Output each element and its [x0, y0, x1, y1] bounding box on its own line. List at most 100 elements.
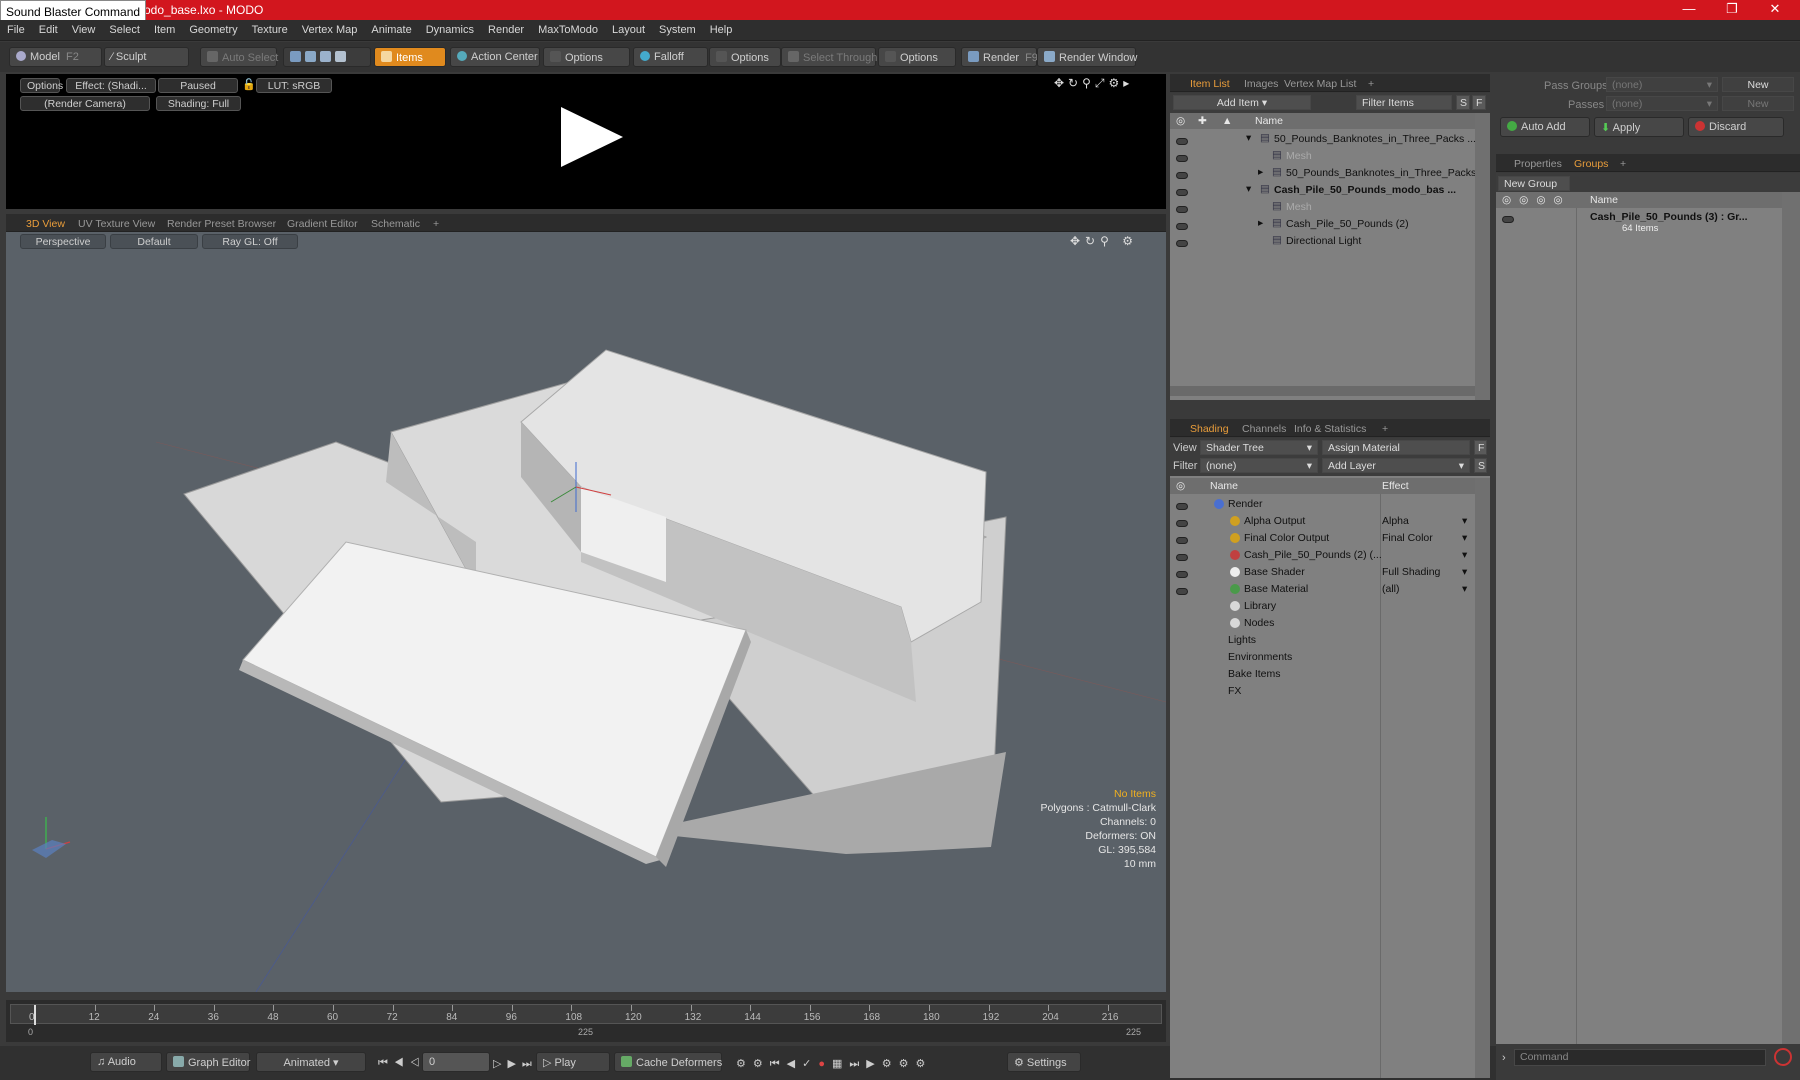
shader-tree-dropdown[interactable]: Shader Tree ▾ — [1200, 440, 1318, 455]
add-layer-dropdown[interactable]: Add Layer ▾ — [1322, 458, 1470, 473]
menu-item-help[interactable]: Help — [703, 20, 740, 36]
menu-item-vertex-map[interactable]: Vertex Map — [295, 20, 365, 36]
new-pass-group-button[interactable]: New — [1722, 77, 1794, 92]
cache-deformers-button[interactable]: Cache Deformers — [614, 1052, 722, 1072]
f-toggle[interactable]: F — [1474, 440, 1487, 455]
menu-item-edit[interactable]: Edit — [32, 20, 65, 36]
menu-item-render[interactable]: Render — [481, 20, 531, 36]
menu-item-select[interactable]: Select — [102, 20, 147, 36]
lock-icon[interactable]: 🔓 — [242, 78, 256, 91]
shader-row[interactable]: Lights — [1170, 632, 1475, 649]
visibility-eye-icon[interactable] — [1176, 518, 1188, 530]
item-row[interactable]: ▸ ▤ Cash_Pile_50_Pounds (2) — [1170, 216, 1475, 233]
preview-options-button[interactable]: Options — [20, 78, 63, 93]
falloff-options[interactable]: Options — [709, 47, 781, 67]
add-tab-icon[interactable]: + — [1376, 421, 1394, 437]
animated-dropdown[interactable]: Animated ▾ — [256, 1052, 366, 1072]
expand-arrow-icon[interactable]: ▸ — [1258, 166, 1263, 178]
items-button[interactable]: Items — [374, 47, 446, 67]
model-button[interactable]: Model F2 — [9, 47, 102, 67]
camera-dropdown[interactable]: (Render Camera) — [20, 96, 150, 111]
preview-nav-icons[interactable]: ✥↻⚲⤢⚙▸ — [1054, 76, 1133, 91]
discard-button[interactable]: Discard — [1688, 117, 1784, 137]
shading-scrollbar[interactable] — [1475, 478, 1490, 1078]
menu-item-file[interactable]: File — [0, 20, 32, 36]
tab-item-list[interactable]: Item List — [1184, 76, 1236, 92]
menu-item-maxtomodo[interactable]: MaxToModo — [531, 20, 605, 36]
passes-dropdown[interactable]: (none) ▾ — [1606, 96, 1718, 111]
menu-item-dynamics[interactable]: Dynamics — [419, 20, 481, 36]
menu-item-layout[interactable]: Layout — [605, 20, 652, 36]
new-group-button[interactable]: New Group — [1498, 176, 1570, 191]
visibility-eye-icon[interactable] — [1176, 170, 1188, 182]
expand-arrow-icon[interactable]: ▸ — [1258, 217, 1263, 229]
close-button[interactable]: ✕ — [1760, 0, 1790, 20]
auto-select-button[interactable]: Auto Select — [200, 47, 278, 67]
menu-item-item[interactable]: Item — [147, 20, 182, 36]
visibility-eye-icon[interactable] — [1176, 153, 1188, 165]
visibility-eye-icon[interactable] — [1176, 187, 1188, 199]
add-tab-icon[interactable]: + — [1362, 76, 1380, 92]
new-pass-button[interactable]: New — [1722, 96, 1794, 111]
command-input[interactable]: Command — [1514, 1049, 1766, 1066]
item-list-scrollbar[interactable] — [1475, 113, 1490, 400]
visibility-eye-icon[interactable] — [1176, 569, 1188, 581]
play-button[interactable]: ▷ Play — [536, 1052, 610, 1072]
menu-item-animate[interactable]: Animate — [364, 20, 418, 36]
visibility-eye-icon[interactable] — [1176, 238, 1188, 250]
tab-shading[interactable]: Shading — [1184, 421, 1235, 437]
s-toggle[interactable]: S — [1474, 458, 1487, 473]
add-tab-icon[interactable]: + — [1614, 156, 1632, 172]
selection-mode-buttons[interactable] — [283, 47, 371, 67]
shader-row[interactable]: Environments — [1170, 649, 1475, 666]
add-tab-icon[interactable]: + — [427, 216, 445, 232]
action-center-button[interactable]: Action Center — [450, 47, 540, 67]
menu-item-system[interactable]: System — [652, 20, 703, 36]
timeline-ruler[interactable]: 0 12 24 36 48 60 72 84 96 108 120 132 144 156 168 180 19… — [10, 1004, 1162, 1025]
expand-arrow-icon[interactable]: ▾ — [1246, 183, 1251, 195]
shader-row[interactable]: Nodes — [1170, 615, 1475, 632]
apply-button[interactable]: ⬇ Apply — [1594, 117, 1684, 137]
key-tools-icons[interactable]: ⚙⚙⏮◀✓●▦⏭▶⚙⚙⚙ — [736, 1057, 932, 1071]
tab-groups[interactable]: Groups — [1568, 156, 1614, 172]
visibility-eye-icon[interactable] — [1176, 221, 1188, 233]
shader-effect-dropdown[interactable]: Final Color — [1382, 532, 1433, 544]
visibility-eye-icon[interactable] — [1176, 552, 1188, 564]
dropdown-arrow-icon[interactable]: ▾ — [1462, 532, 1467, 544]
stop-icon[interactable] — [1774, 1048, 1792, 1066]
shading-dropdown[interactable]: Shading: Full — [156, 96, 241, 111]
item-row[interactable]: ▸ ▤ 50_Pounds_Banknotes_in_Three_Packs — [1170, 165, 1476, 182]
s-toggle[interactable]: S — [1456, 95, 1470, 110]
expand-arrow-icon[interactable]: ▾ — [1246, 132, 1251, 144]
sculpt-button[interactable]: ∕ Sculpt — [104, 47, 189, 67]
paused-button[interactable]: Paused — [158, 78, 238, 93]
tab-3d-view[interactable]: 3D View — [20, 216, 71, 232]
add-item-dropdown[interactable]: Add Item ▾ — [1173, 95, 1311, 110]
tab-properties[interactable]: Properties — [1508, 156, 1568, 172]
settings-button[interactable]: ⚙ Settings — [1007, 1052, 1081, 1072]
maximize-button[interactable]: ❐ — [1717, 0, 1747, 20]
item-row[interactable]: ▤ Directional Light — [1170, 233, 1475, 250]
auto-add-button[interactable]: Auto Add — [1500, 117, 1590, 137]
dropdown-arrow-icon[interactable]: ▾ — [1462, 566, 1467, 578]
record-icon[interactable]: ● — [818, 1058, 832, 1070]
frame-field[interactable]: 0 — [422, 1052, 490, 1072]
play-icon[interactable] — [561, 107, 623, 167]
visibility-eye-icon[interactable] — [1176, 501, 1188, 513]
visibility-eye-icon[interactable] — [1176, 204, 1188, 216]
render-window-button[interactable]: Render Window — [1037, 47, 1137, 67]
3d-viewport[interactable]: Perspective Default Ray GL: Off ✥↻⚲ ⚙ No… — [6, 232, 1166, 992]
tab-render-preset-browser[interactable]: Render Preset Browser — [161, 216, 282, 232]
visibility-eye-icon[interactable] — [1176, 136, 1188, 148]
select-through-options[interactable]: Options — [878, 47, 956, 67]
visibility-eye-icon[interactable] — [1502, 214, 1514, 226]
tab-vertex-map-list[interactable]: Vertex Map List — [1278, 76, 1362, 92]
shader-row[interactable]: Alpha Output Alpha ▾ — [1170, 513, 1475, 530]
graph-editor-button[interactable]: Graph Editor — [166, 1052, 250, 1072]
menu-item-geometry[interactable]: Geometry — [182, 20, 244, 36]
dropdown-arrow-icon[interactable]: ▾ — [1462, 549, 1467, 561]
shader-row[interactable]: Bake Items — [1170, 666, 1475, 683]
lut-dropdown[interactable]: LUT: sRGB — [256, 78, 332, 93]
tab-schematic[interactable]: Schematic — [365, 216, 426, 232]
effect-dropdown[interactable]: Effect: (Shadi... — [66, 78, 156, 93]
